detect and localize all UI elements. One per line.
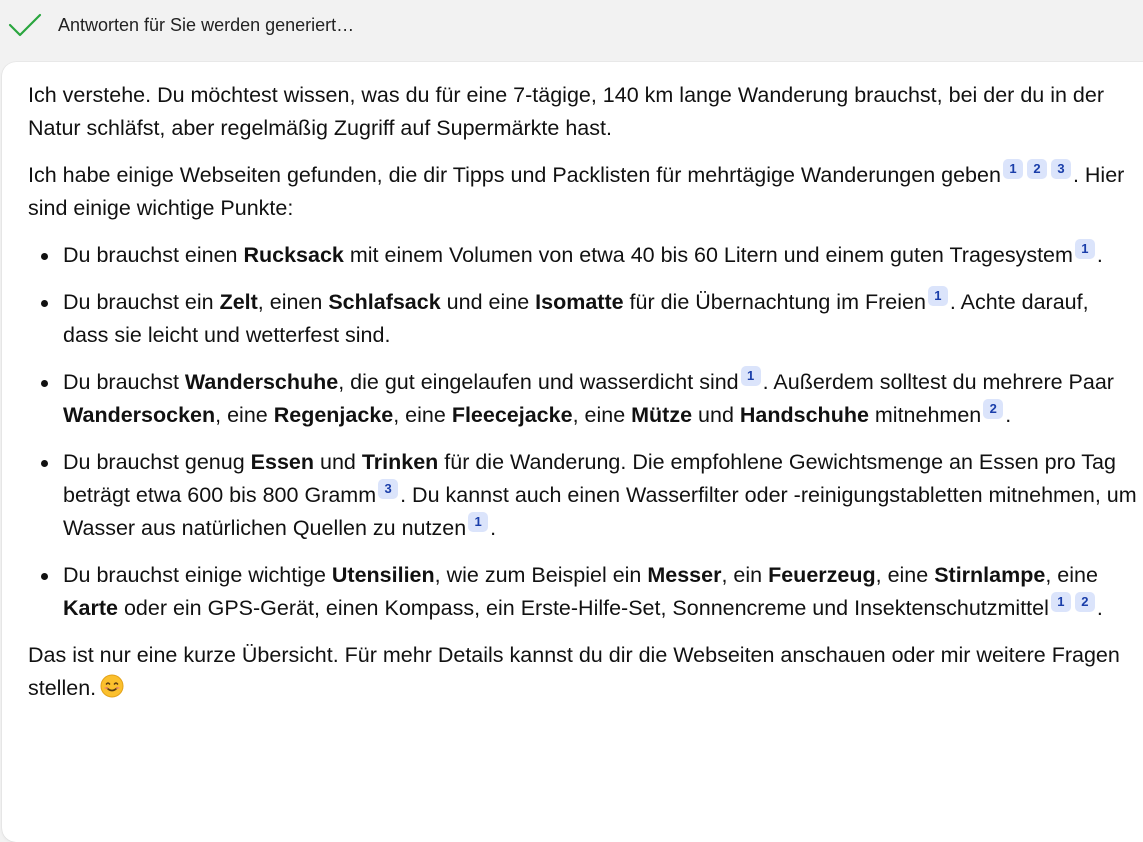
outro-paragraph: Das ist nur eine kurze Übersicht. Für me…	[28, 639, 1138, 705]
bullet-text: .	[1096, 596, 1103, 620]
tips-list-item: Du brauchst einige wichtige Utensilien, …	[41, 559, 1138, 625]
citation-badge[interactable]: 1	[1074, 239, 1095, 259]
status-text: Antworten für Sie werden generiert…	[58, 15, 355, 35]
bold-term: Trinken	[361, 450, 439, 474]
bullet-text: mitnehmen	[868, 403, 982, 427]
bullet-text: . Außerdem solltest du mehrere Paar	[762, 370, 1114, 394]
bullet-text: , eine	[1045, 563, 1098, 587]
bold-term: Regenjacke	[273, 403, 394, 427]
bullet-text: .	[490, 516, 497, 540]
bold-term: Isomatte	[535, 290, 624, 314]
citation-badge[interactable]: 1	[1050, 592, 1071, 612]
bold-term: Feuerzeug	[768, 563, 876, 587]
bold-term: Rucksack	[243, 243, 344, 267]
bullet-text: Du brauchst einen	[63, 243, 244, 267]
tips-list-item: Du brauchst einen Rucksack mit einem Vol…	[41, 239, 1138, 272]
bold-term: Schlafsack	[328, 290, 441, 314]
bold-term: Wanderschuhe	[184, 370, 339, 394]
bullet-text: .	[1005, 403, 1012, 427]
sources-text: Ich habe einige Webseiten gefunden, die …	[28, 163, 1001, 187]
tips-list-item: Du brauchst genug Essen und Trinken für …	[41, 446, 1138, 545]
bullet-text: , eine	[393, 403, 452, 427]
bullet-text: , einen	[257, 290, 329, 314]
bullet-text: , die gut eingelaufen und wasserdicht si…	[338, 370, 739, 394]
citation-badge[interactable]: 1	[927, 286, 948, 306]
outro-text: Das ist nur eine kurze Übersicht. Für me…	[28, 643, 1120, 700]
sources-paragraph: Ich habe einige Webseiten gefunden, die …	[28, 159, 1138, 225]
citation-badge[interactable]: 2	[1074, 592, 1095, 612]
bold-term: Fleecejacke	[451, 403, 573, 427]
bold-term: Karte	[63, 596, 118, 620]
checkmark-icon	[8, 13, 42, 37]
bullet-text: und	[692, 403, 740, 427]
bold-term: Wandersocken	[63, 403, 216, 427]
bullet-text: Du brauchst genug	[63, 450, 251, 474]
tips-list: Du brauchst einen Rucksack mit einem Vol…	[28, 239, 1138, 625]
citation-badge[interactable]: 3	[1050, 159, 1071, 179]
intro-paragraph: Ich verstehe. Du möchtest wissen, was du…	[28, 83, 1104, 140]
bold-term: Mütze	[631, 403, 693, 427]
citation-badge[interactable]: 2	[1026, 159, 1047, 179]
citation-badge[interactable]: 1	[740, 366, 761, 386]
bullet-text: Du brauchst	[63, 370, 185, 394]
tips-list-item: Du brauchst ein Zelt, einen Schlafsack u…	[41, 286, 1138, 352]
bullet-text: .	[1096, 243, 1103, 267]
bullet-text: und	[314, 450, 362, 474]
bullet-text: Du brauchst ein	[63, 290, 220, 314]
generation-status: Antworten für Sie werden generiert…	[0, 0, 1143, 50]
bullet-text: , wie zum Beispiel ein	[434, 563, 648, 587]
bullet-text: , eine	[215, 403, 274, 427]
bold-term: Handschuhe	[739, 403, 869, 427]
bullet-text: oder ein GPS-Gerät, einen Kompass, ein E…	[117, 596, 1049, 620]
bold-term: Utensilien	[331, 563, 435, 587]
citation-badge[interactable]: 1	[468, 512, 489, 532]
bullet-text: und eine	[440, 290, 536, 314]
response-content: Ich verstehe. Du möchtest wissen, was du…	[28, 79, 1138, 719]
citation-badge[interactable]: 2	[983, 399, 1004, 419]
bold-term: Messer	[647, 563, 722, 587]
citation-badge[interactable]: 3	[378, 479, 399, 499]
smiling-face-emoji-icon	[100, 674, 124, 698]
bullet-text: für die Übernachtung im Freien	[623, 290, 926, 314]
bullet-text: mit einem Volumen von etwa 40 bis 60 Lit…	[343, 243, 1073, 267]
bold-term: Zelt	[219, 290, 258, 314]
bullet-text: Du brauchst einige wichtige	[63, 563, 332, 587]
tips-list-item: Du brauchst Wanderschuhe, die gut eingel…	[41, 366, 1138, 432]
citation-badge[interactable]: 1	[1002, 159, 1023, 179]
bullet-text: , ein	[721, 563, 769, 587]
bold-term: Essen	[250, 450, 315, 474]
bold-term: Stirnlampe	[934, 563, 1046, 587]
bullet-text: , eine	[572, 403, 632, 427]
bullet-text: , eine	[875, 563, 935, 587]
